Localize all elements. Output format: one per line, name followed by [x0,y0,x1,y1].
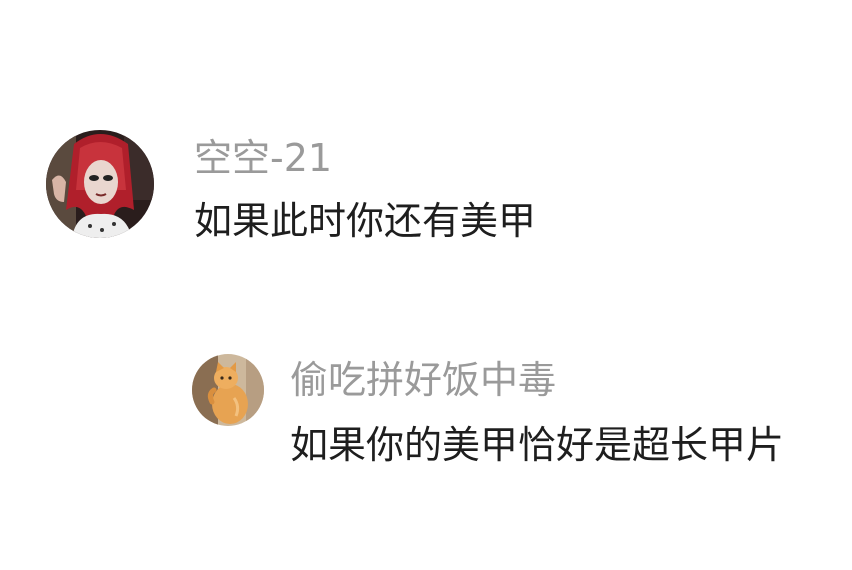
avatar[interactable] [46,130,154,238]
comment-text: 如果此时你还有美甲 [194,199,537,243]
reply-username[interactable]: 偷吃拼好饭中毒 [290,360,784,400]
comment-thread: 空空-21 如果此时你还有美甲 偷吃拼好饭中毒 如果你的美甲恰好是超长甲片 [0,0,852,570]
reply-text: 如果你的美甲恰好是超长甲片 [290,423,785,467]
person-red-hair-avatar-icon [46,130,154,238]
comment-username[interactable]: 空空-21 [194,138,536,178]
avatar[interactable] [192,354,264,426]
orange-cat-avatar-icon [192,354,264,426]
comment-item: 空空-21 如果此时你还有美甲 [46,130,536,242]
reply-item: 偷吃拼好饭中毒 如果你的美甲恰好是超长甲片 [192,354,784,466]
